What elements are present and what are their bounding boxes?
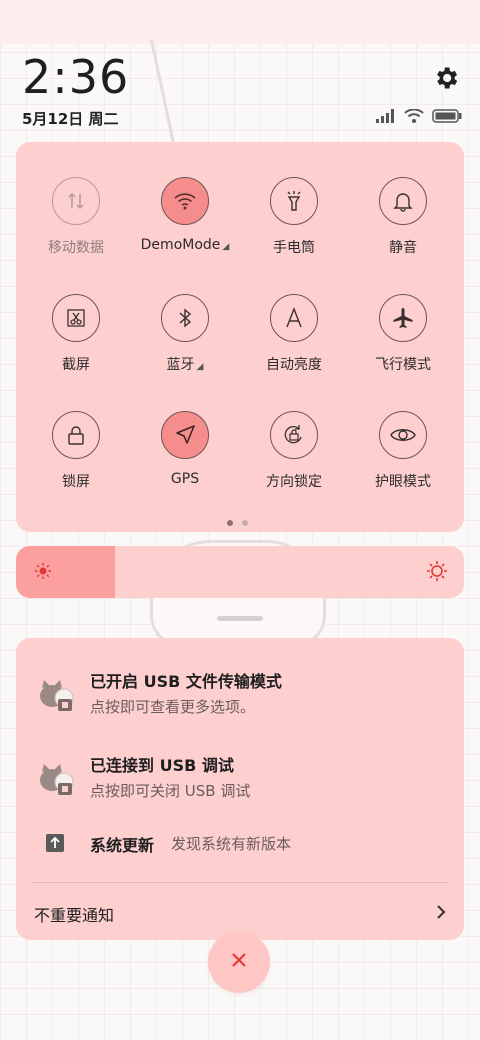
- brightness-low-icon: [34, 562, 52, 584]
- tile-label: 移动数据: [48, 240, 104, 256]
- tile-lock-screen[interactable]: 锁屏: [20, 411, 132, 491]
- notification-title: 已开启 USB 文件传输模式: [90, 672, 282, 691]
- tile-auto-brightness[interactable]: 自动亮度: [238, 294, 350, 374]
- unimportant-label: 不重要通知: [34, 906, 115, 925]
- system-update-desc: 发现系统有新版本: [171, 835, 292, 853]
- notification-usb-transfer[interactable]: 已开启 USB 文件传输模式 点按即可查看更多选项。: [16, 668, 464, 728]
- airplane-icon: [379, 294, 427, 342]
- tile-label: 蓝牙: [166, 357, 195, 373]
- tile-gps[interactable]: GPS: [129, 411, 241, 487]
- tile-airplane[interactable]: 飞行模式: [347, 294, 459, 374]
- close-icon: [230, 951, 248, 973]
- cat-avatar-icon: [36, 674, 76, 714]
- wifi-status-icon: [404, 108, 424, 127]
- quick-settings-panel: 移动数据 DemoMode ◢ 手电筒 静音 截屏 蓝牙 ◢ 自动亮度 飞行模式…: [16, 142, 464, 532]
- settings-gear-icon[interactable]: [432, 64, 460, 92]
- unimportant-notifications-row[interactable]: 不重要通知: [16, 894, 464, 930]
- eye-icon: [379, 411, 427, 459]
- tile-label: 手电筒: [273, 240, 315, 256]
- battery-icon: [432, 108, 462, 127]
- tile-mute[interactable]: 静音: [347, 177, 459, 257]
- tile-label: GPS: [170, 471, 200, 487]
- tile-eye-care[interactable]: 护眼模式: [347, 411, 459, 491]
- tile-label: 锁屏: [62, 474, 90, 490]
- rotation-lock-icon: [270, 411, 318, 459]
- brightness-fill: [16, 546, 115, 598]
- expand-triangle-icon[interactable]: ◢: [222, 242, 229, 252]
- wifi-icon: [161, 177, 209, 225]
- tile-mobile-data[interactable]: 移动数据: [20, 177, 132, 257]
- tile-label: 方向锁定: [266, 474, 322, 490]
- location-arrow-icon: [161, 411, 209, 459]
- update-arrow-icon: [46, 834, 64, 852]
- scissors-icon: [52, 294, 100, 342]
- tile-label: DemoMode: [140, 237, 221, 253]
- tile-label: 截屏: [62, 357, 90, 373]
- tile-bluetooth[interactable]: 蓝牙 ◢: [129, 294, 241, 374]
- notification-subtitle: 点按即可关闭 USB 调试: [90, 782, 251, 800]
- tile-rotation-lock[interactable]: 方向锁定: [238, 411, 350, 491]
- tile-label: 飞行模式: [375, 357, 431, 373]
- tile-label: 自动亮度: [266, 357, 322, 373]
- notification-subtitle: 点按即可查看更多选项。: [90, 698, 256, 716]
- notification-system-update[interactable]: 系统更新 发现系统有新版本: [16, 828, 464, 858]
- chevron-right-icon: [436, 904, 446, 924]
- notification-usb-debug[interactable]: 已连接到 USB 调试 点按即可关闭 USB 调试: [16, 752, 464, 812]
- tile-wifi[interactable]: DemoMode ◢: [129, 177, 241, 253]
- system-update-title: 系统更新: [90, 836, 155, 855]
- flashlight-icon: [270, 177, 318, 225]
- clock: 2:36: [22, 50, 130, 104]
- divider: [32, 882, 448, 883]
- page-dot-active: [227, 520, 233, 526]
- cat-avatar-icon: [36, 758, 76, 798]
- brightness-slider[interactable]: [16, 546, 464, 598]
- page-dot: [242, 520, 248, 526]
- expand-triangle-icon[interactable]: ◢: [197, 362, 204, 372]
- auto-brightness-icon: [270, 294, 318, 342]
- tile-label: 护眼模式: [375, 474, 431, 490]
- drag-handle[interactable]: [217, 616, 263, 621]
- tile-label: 静音: [389, 240, 417, 256]
- brightness-high-icon: [426, 560, 448, 586]
- notification-title: 已连接到 USB 调试: [90, 756, 234, 775]
- clear-notifications-button[interactable]: [208, 931, 270, 993]
- arrows-updown-icon: [52, 177, 100, 225]
- lock-icon: [52, 411, 100, 459]
- tile-flashlight[interactable]: 手电筒: [238, 177, 350, 257]
- bluetooth-icon: [161, 294, 209, 342]
- signal-icon: [376, 108, 396, 127]
- date: 5月12日 周二: [22, 110, 119, 128]
- bell-icon: [379, 177, 427, 225]
- notification-panel: 已开启 USB 文件传输模式 点按即可查看更多选项。 已连接到 USB 调试 点…: [16, 638, 464, 940]
- wallpaper-top-band: [0, 0, 480, 44]
- tile-screenshot[interactable]: 截屏: [20, 294, 132, 374]
- page-indicator: [227, 520, 248, 526]
- status-icons: [376, 108, 462, 127]
